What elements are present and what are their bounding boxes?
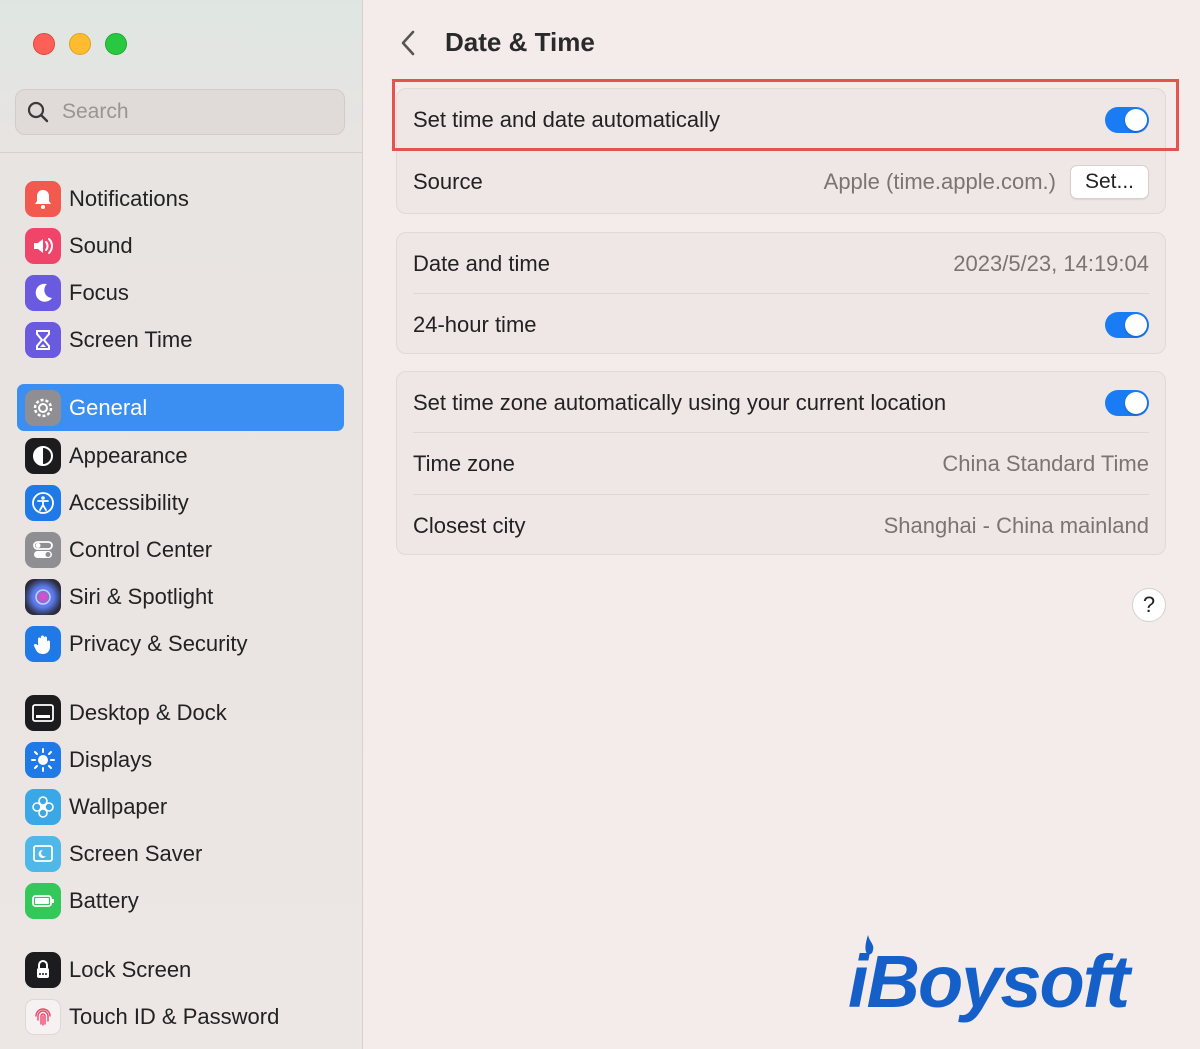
sidebar-item-label: Siri & Spotlight [69,583,214,609]
timezone-row: Time zone China Standard Time [397,433,1165,495]
sidebar-item-accessibility[interactable]: Accessibility [17,479,344,526]
toggle-knob [1125,391,1147,414]
auto-tz-toggle[interactable] [1105,389,1149,416]
date-time-card: Date and time 2023/5/23, 14:19:04 24-hou… [396,232,1166,354]
date-time-label: Date and time [413,250,550,276]
sidebar-item-desktop-dock[interactable]: Desktop & Dock [17,689,344,736]
sidebar-item-label: Privacy & Security [69,630,248,656]
hour24-row: 24-hour time [397,294,1165,355]
back-button[interactable] [395,27,421,59]
sidebar-item-label: Lock Screen [69,956,192,982]
fingerprint-icon [25,998,61,1035]
hour24-label: 24-hour time [413,311,537,337]
set-source-button[interactable]: Set... [1069,165,1149,199]
date-time-row: Date and time 2023/5/23, 14:19:04 [397,233,1165,294]
sidebar-divider [0,152,362,153]
sidebar-item-label: Appearance [69,442,188,468]
closest-city-value: Shanghai - China mainland [883,512,1149,538]
sidebar: Notifications Sound Focus Screen Time Ge… [0,0,363,1049]
sidebar-item-label: Screen Saver [69,840,203,866]
sidebar-item-label: Desktop & Dock [69,699,227,725]
hand-icon [25,625,61,662]
sidebar-item-label: Control Center [69,536,213,562]
closest-city-label: Closest city [413,512,526,538]
sidebar-item-appearance[interactable]: Appearance [17,432,344,479]
search-input[interactable] [60,99,324,125]
source-label: Source [413,169,483,194]
auto-tz-label: Set time zone automatically using your c… [413,389,947,415]
bell-icon [25,180,61,217]
sidebar-item-focus[interactable]: Focus [17,269,344,316]
moon-icon [25,274,61,311]
auto-time-card: Set time and date automatically Source A… [396,88,1166,214]
timezone-value: China Standard Time [942,451,1149,476]
siri-icon [25,578,61,615]
search-icon [27,101,49,123]
sidebar-item-label: Focus [69,279,129,305]
iboysoft-logo: iBoysoft [848,935,1135,1023]
sidebar-item-label: Sound [69,232,133,258]
auto-time-toggle[interactable] [1105,107,1149,133]
sidebar-item-label: Wallpaper [69,793,168,819]
sidebar-item-wallpaper[interactable]: Wallpaper [17,783,344,830]
sidebar-item-siri-spotlight[interactable]: Siri & Spotlight [17,573,344,620]
help-button[interactable]: ? [1132,588,1166,622]
close-window-button[interactable] [33,33,55,55]
sidebar-item-label: Touch ID & Password [69,1003,280,1029]
toggle-knob [1125,313,1147,336]
speaker-icon [25,227,61,264]
svg-text:iBoysoft: iBoysoft [848,940,1133,1023]
sidebar-item-lock-screen[interactable]: Lock Screen [17,946,344,993]
auto-tz-row: Set time zone automatically using your c… [397,372,1165,433]
dock-icon [25,694,61,731]
timezone-card: Set time zone automatically using your c… [396,371,1166,555]
sidebar-item-displays[interactable]: Displays [17,736,344,783]
search-box[interactable] [15,89,345,135]
sidebar-item-screen-time[interactable]: Screen Time [17,316,344,363]
sidebar-item-battery[interactable]: Battery [17,877,344,924]
page-title: Date & Time [445,27,595,57]
sidebar-item-label: Accessibility [69,489,189,515]
sidebar-item-label: Displays [69,746,153,772]
battery-icon [25,882,61,919]
toggles-icon [25,531,61,568]
sidebar-item-notifications[interactable]: Notifications [17,175,344,222]
sidebar-item-screen-saver[interactable]: Screen Saver [17,830,344,877]
lock-icon [25,951,61,988]
chevron-left-icon [401,30,415,56]
sidebar-item-privacy-security[interactable]: Privacy & Security [17,620,344,667]
sidebar-item-touch-id-password[interactable]: Touch ID & Password [17,993,344,1040]
window-controls [33,33,127,55]
closest-city-row: Closest city Shanghai - China mainland [397,495,1165,556]
auto-time-label: Set time and date automatically [413,107,720,132]
auto-time-row: Set time and date automatically [397,89,1165,151]
source-row: Source Apple (time.apple.com.) Set... [397,151,1165,213]
toggle-knob [1125,109,1147,131]
sidebar-item-label: Notifications [69,185,189,211]
sidebar-item-label: General [69,394,148,420]
zoom-window-button[interactable] [105,33,127,55]
timezone-label: Time zone [413,451,515,476]
flower-icon [25,788,61,825]
appearance-icon [25,437,61,474]
sidebar-item-label: Screen Time [69,326,193,352]
sun-icon [25,741,61,778]
sidebar-item-general[interactable]: General [17,384,344,431]
screensaver-icon [25,835,61,872]
hour24-toggle[interactable] [1105,311,1149,338]
minimize-window-button[interactable] [69,33,91,55]
date-time-value[interactable]: 2023/5/23, 14:19:04 [953,251,1149,277]
gear-icon [25,389,61,426]
source-value: Apple (time.apple.com.) [823,169,1056,194]
sidebar-item-label: Battery [69,887,139,913]
sidebar-item-control-center[interactable]: Control Center [17,526,344,573]
sidebar-item-sound[interactable]: Sound [17,222,344,269]
accessibility-icon [25,484,61,521]
hourglass-icon [25,321,61,358]
